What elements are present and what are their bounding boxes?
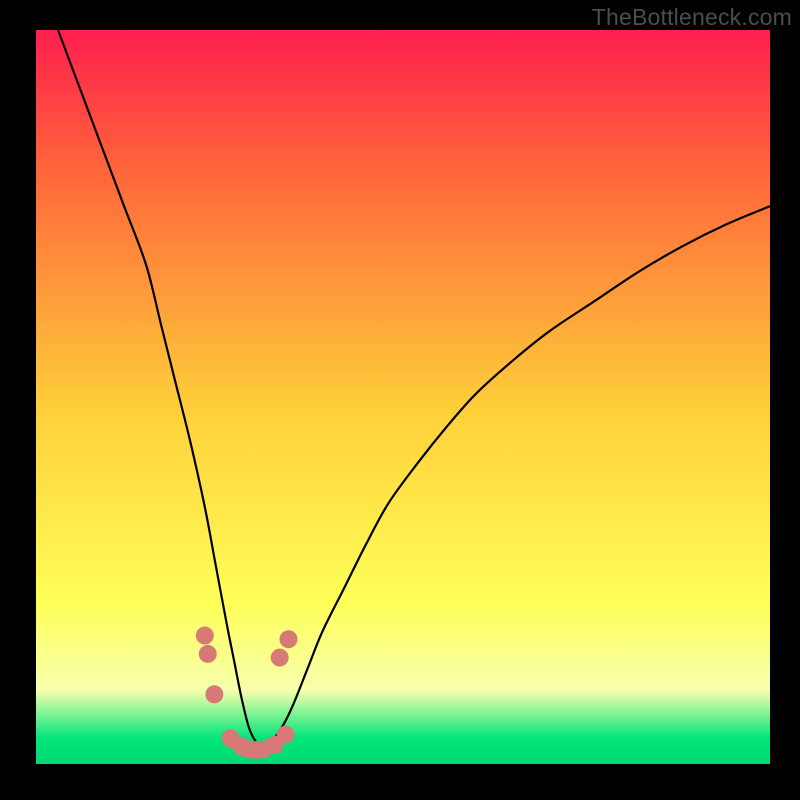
watermark-text: TheBottleneck.com bbox=[592, 4, 792, 31]
data-marker bbox=[271, 649, 289, 667]
gradient-background bbox=[36, 30, 770, 764]
data-marker bbox=[199, 645, 217, 663]
data-marker bbox=[277, 726, 295, 744]
data-marker bbox=[205, 685, 223, 703]
data-marker bbox=[279, 630, 297, 648]
chart-svg bbox=[36, 30, 770, 764]
outer-frame: TheBottleneck.com bbox=[0, 0, 800, 800]
plot-area bbox=[36, 30, 770, 764]
data-marker bbox=[196, 627, 214, 645]
